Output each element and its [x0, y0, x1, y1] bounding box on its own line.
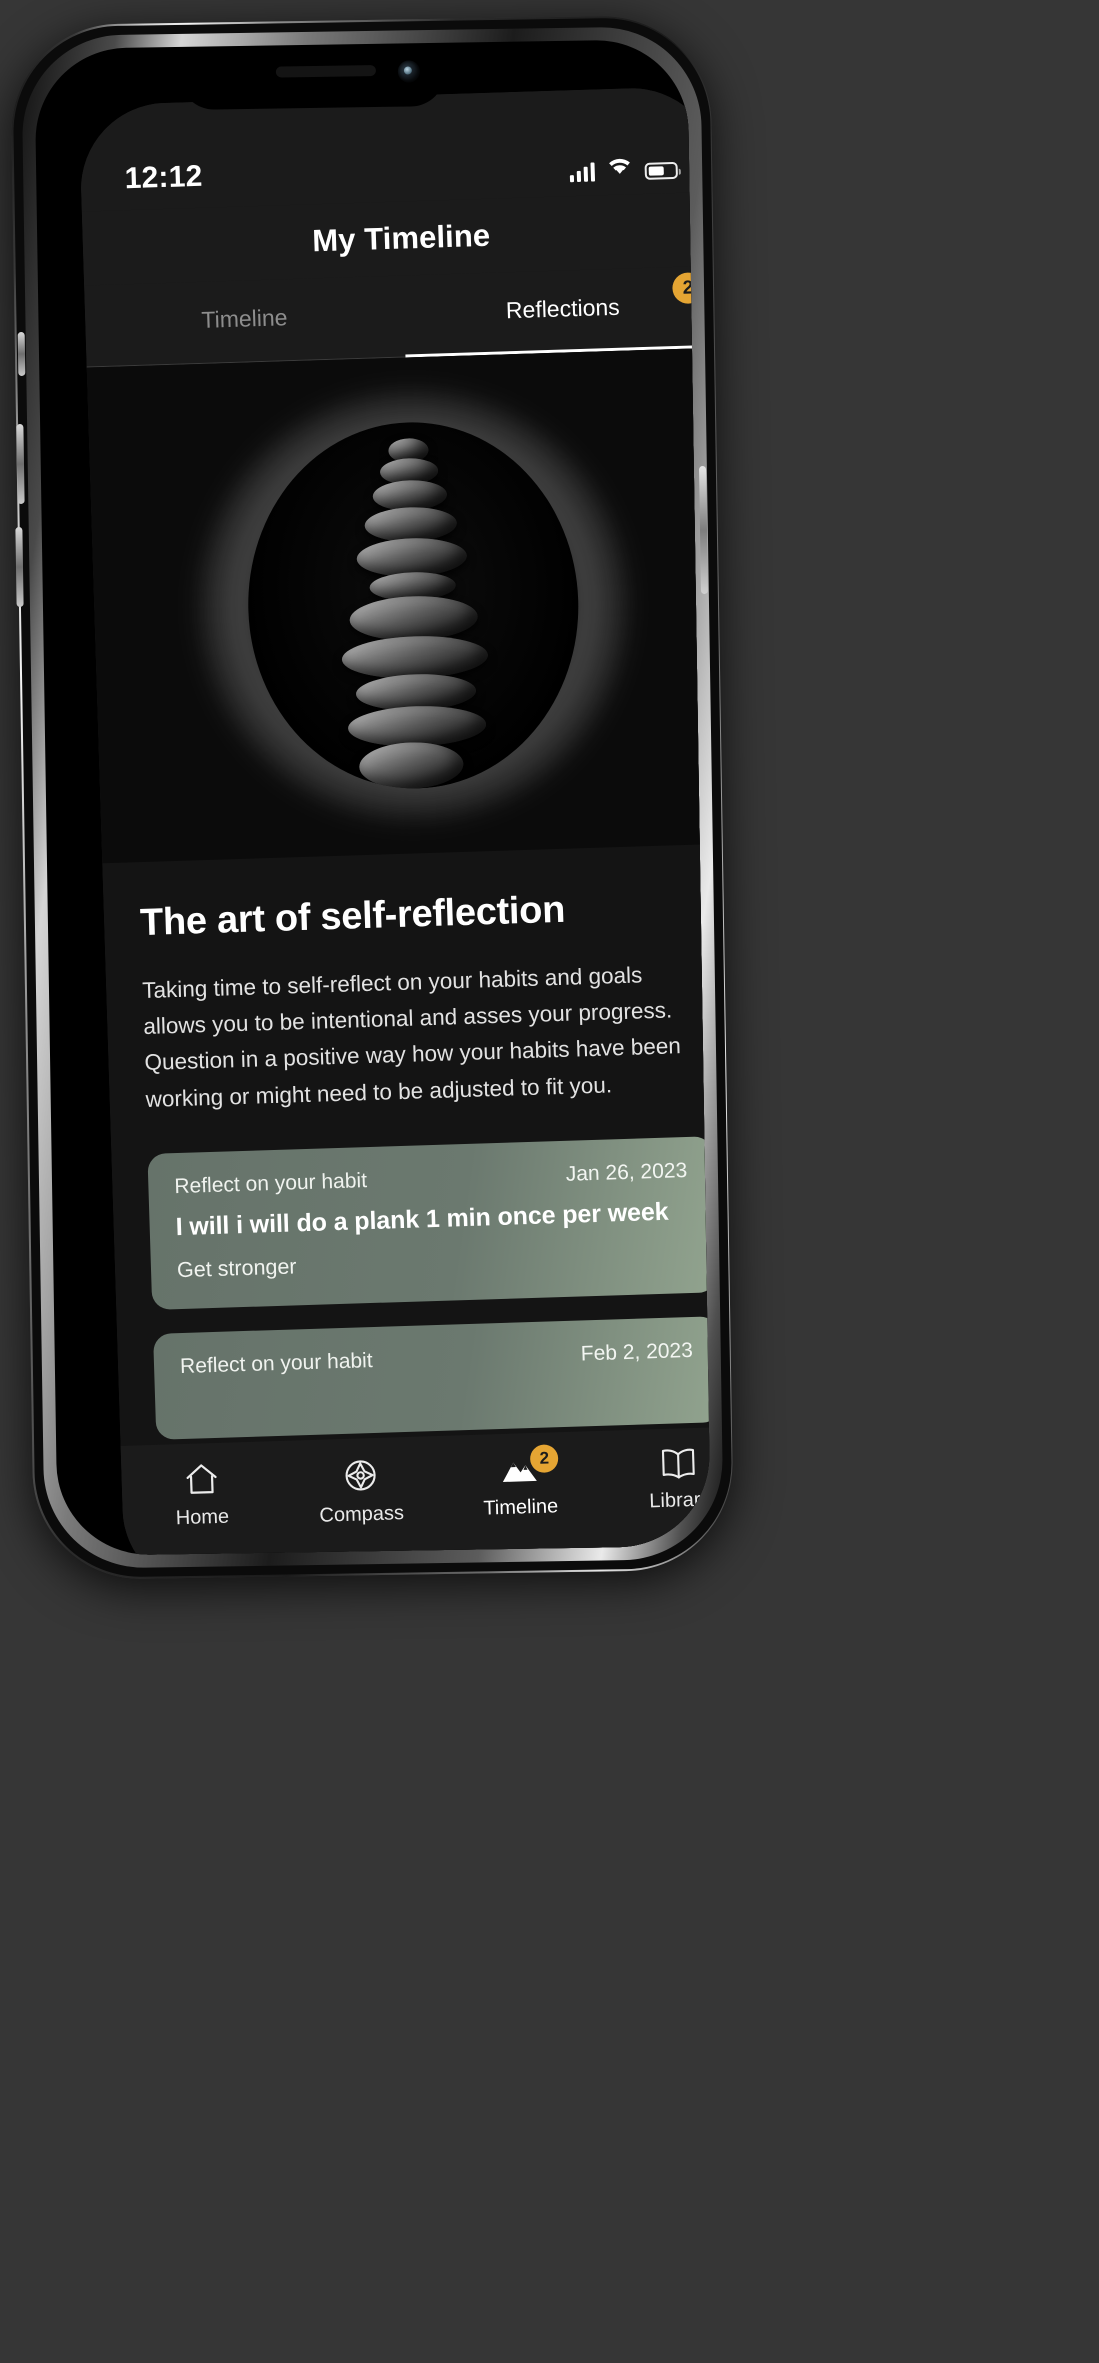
- cellular-signal-icon: [569, 161, 596, 183]
- app-root: 12:12 My Timeline Timeline Reflections 2…: [78, 85, 711, 1557]
- phone-screen: 12:12 My Timeline Timeline Reflections 2…: [78, 85, 711, 1557]
- article-title: The art of self-reflection: [139, 888, 566, 945]
- mute-switch[interactable]: [17, 331, 26, 377]
- reflection-card-header: Reflect on your habit Feb 2, 2023: [180, 1339, 694, 1379]
- volume-down-button[interactable]: [15, 526, 24, 608]
- reflection-card[interactable]: Reflect on your habit Jan 26, 2023 I wil…: [147, 1136, 711, 1311]
- phone-bezel: 12:12 My Timeline Timeline Reflections 2…: [34, 38, 711, 1557]
- reflection-card-header: Reflect on your habit Jan 26, 2023: [174, 1159, 688, 1199]
- nav-item-compass-label: Compass: [319, 1502, 405, 1527]
- tab-reflections[interactable]: Reflections 2: [402, 266, 711, 358]
- reflections-scroll-view[interactable]: The art of self-reflection Taking time t…: [86, 347, 711, 1557]
- status-bar-clock: 12:12: [124, 159, 203, 196]
- device-notch: [179, 45, 446, 111]
- bottom-navigation-bar: Home Compass 2 Timeline Library: [120, 1425, 711, 1557]
- screenshot-stage: 12:12 My Timeline Timeline Reflections 2…: [0, 0, 1099, 2363]
- reflection-card-label: Reflect on your habit: [179, 1349, 373, 1379]
- reflection-card-date: Jan 26, 2023: [565, 1159, 688, 1187]
- reflection-card-label: Reflect on your habit: [174, 1169, 368, 1199]
- battery-icon: [644, 161, 679, 180]
- nav-item-home[interactable]: Home: [121, 1459, 282, 1532]
- article-section: The art of self-reflection Taking time t…: [102, 843, 711, 1119]
- nav-item-timeline[interactable]: 2 Timeline: [439, 1444, 600, 1522]
- reflection-card-subtitle: Get stronger: [176, 1254, 297, 1283]
- home-icon: [182, 1461, 221, 1498]
- hero-image: [86, 347, 711, 864]
- tab-timeline-label: Timeline: [201, 303, 288, 333]
- status-bar-icons: [569, 154, 679, 183]
- nav-item-compass[interactable]: Compass: [280, 1454, 441, 1529]
- tab-reflections-label: Reflections: [505, 293, 621, 323]
- reflection-card[interactable]: Reflect on your habit Feb 2, 2023: [153, 1316, 711, 1441]
- nav-item-timeline-badge: 2: [529, 1444, 559, 1474]
- reflection-card-list: Reflect on your habit Jan 26, 2023 I wil…: [110, 1099, 711, 1441]
- nav-item-home-label: Home: [175, 1505, 230, 1530]
- compass-icon: [341, 1456, 380, 1495]
- reflection-card-date: Feb 2, 2023: [580, 1339, 694, 1366]
- volume-up-button[interactable]: [16, 423, 25, 505]
- nav-item-library-label: Library: [649, 1488, 711, 1513]
- book-icon: [658, 1446, 699, 1481]
- earpiece-speaker: [275, 65, 376, 78]
- front-camera-icon: [397, 60, 421, 83]
- wifi-icon: [605, 155, 634, 181]
- nav-item-library[interactable]: Library: [599, 1444, 711, 1515]
- tab-timeline[interactable]: Timeline: [84, 276, 405, 368]
- nav-item-timeline-label: Timeline: [483, 1495, 559, 1520]
- article-body: Taking time to self-reflect on your habi…: [141, 961, 682, 1112]
- reflection-card-title: I will i will do a plank 1 min once per …: [175, 1197, 669, 1242]
